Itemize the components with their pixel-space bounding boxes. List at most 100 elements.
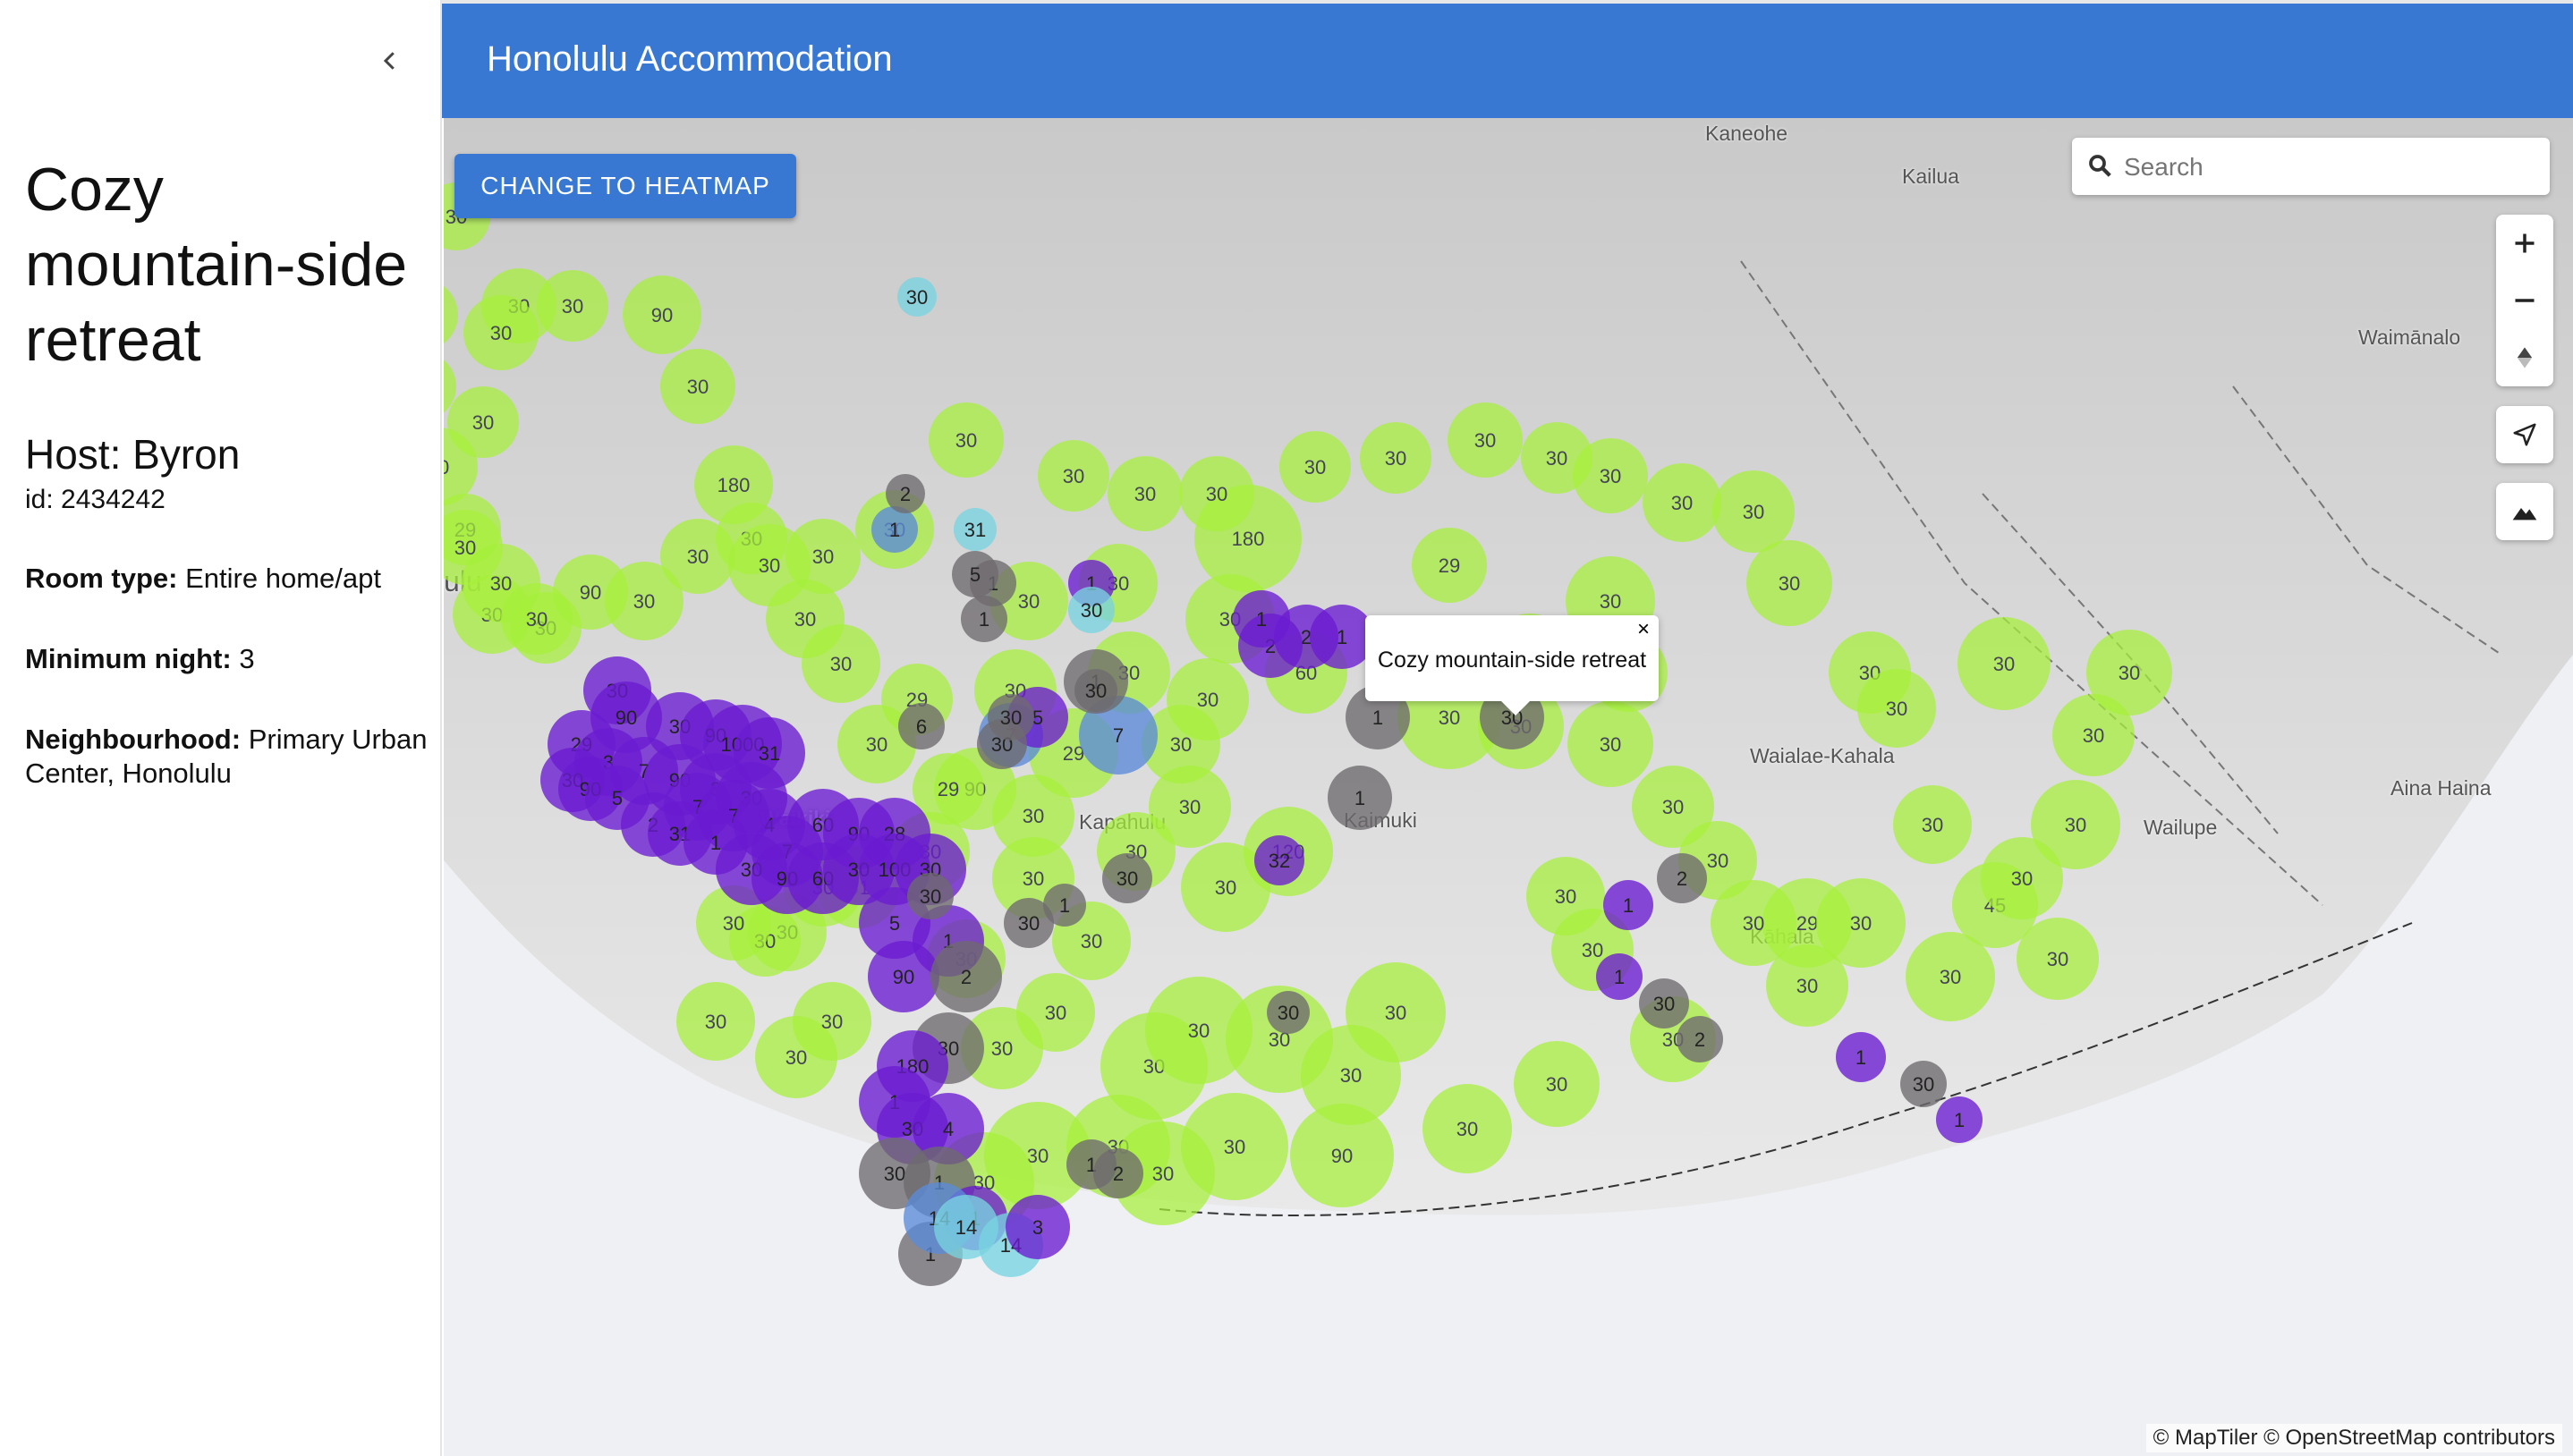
map-view[interactable]: KaneoheKailuaWaimānaloWaialae-KahalaKapa… [444,118,2573,1456]
cluster-marker[interactable]: 30 [1038,440,1109,512]
cluster-marker[interactable]: 30 [907,873,954,919]
cluster-marker[interactable]: 30 [1957,617,2051,710]
cluster-count: 30 [1474,429,1496,452]
cluster-marker[interactable]: 30 [537,270,608,342]
compass-icon [2517,347,2533,368]
cluster-marker[interactable]: 90 [1290,1104,1394,1207]
cluster-marker[interactable]: 30 [1900,1061,1947,1107]
cluster-marker[interactable]: 31 [954,508,997,551]
popup-close-button[interactable]: × [1637,617,1650,642]
compass-button[interactable] [2496,329,2553,386]
cluster-count: 30 [1922,814,1943,836]
cluster-marker[interactable]: 30 [1279,431,1351,503]
cluster-marker[interactable]: 30 [1643,463,1721,542]
collapse-sidebar-button[interactable] [369,39,412,82]
cluster-marker[interactable]: 30 [1981,837,2063,919]
cluster-marker[interactable]: 1 [1328,766,1392,830]
cluster-marker[interactable]: 1 [871,506,918,553]
cluster-marker[interactable]: 30 [1074,669,1117,712]
cluster-count: 1 [710,832,721,854]
cluster-marker[interactable]: 30 [929,402,1004,478]
cluster-marker[interactable]: 1 [1596,953,1643,1000]
cluster-circle [444,286,458,343]
cluster-marker[interactable]: 30 [988,694,1034,741]
listing-popup: × Cozy mountain-side retreat [1365,615,1659,715]
listing-id: id: 2434242 [25,485,166,514]
cluster-marker[interactable]: 1 [1936,1096,1983,1143]
cluster-marker[interactable]: 30 [463,295,539,370]
search-input[interactable] [2122,147,2537,188]
cluster-marker[interactable]: 30 [447,386,519,458]
cluster-marker[interactable]: 30 [1712,470,1795,553]
cluster-marker[interactable]: 30 [1108,456,1183,531]
cluster-marker[interactable]: 30 [1167,658,1249,741]
search-box[interactable] [2072,138,2550,195]
cluster-marker[interactable]: 30 [1567,701,1653,787]
cluster-marker[interactable]: 1 [1603,880,1653,930]
cluster-marker[interactable]: 30 [2017,918,2099,1000]
cluster-count: 30 [1000,707,1022,729]
cluster-marker[interactable]: 30 [1746,540,1832,626]
cluster-marker[interactable]: 30 [1514,1041,1600,1127]
cluster-marker[interactable]: 2 [930,941,1002,1012]
cluster-marker[interactable]: 30 [660,349,735,424]
cluster-count: 30 [1023,868,1044,890]
cluster-count: 30 [1707,850,1728,872]
cluster-count: 5 [970,563,981,586]
geolocate-button[interactable] [2496,406,2553,463]
cluster-marker[interactable]: 30 [1360,422,1431,494]
cluster-marker[interactable]: 2 [886,474,925,513]
cluster-marker[interactable]: 30 [1102,853,1152,903]
cluster-marker[interactable]: 2 [1093,1148,1143,1198]
cluster-count: 30 [884,1163,905,1185]
cluster-marker[interactable]: 180 [694,445,773,524]
cluster-count: 6 [916,715,927,738]
cluster-marker[interactable]: 30 [1448,402,1523,478]
cluster-marker[interactable]: 30 [1766,944,1848,1027]
cluster-marker[interactable]: 6 [898,703,945,749]
cluster-count: 30 [1456,1118,1478,1140]
map-attribution[interactable]: © MapTiler © OpenStreetMap contributors [2145,1424,2562,1452]
cluster-count: 30 [2047,948,2068,970]
cluster-marker[interactable]: 29 [1412,528,1487,603]
cluster-marker[interactable]: 1 [1043,884,1086,927]
cluster-marker[interactable]: 1 [1233,590,1290,648]
cluster-marker[interactable]: 1 [1836,1032,1886,1082]
room-type-value: Entire home/apt [185,563,381,594]
cluster-marker[interactable]: 30 [1179,456,1254,531]
cluster-marker[interactable]: 30 [1422,1084,1512,1173]
cluster-marker[interactable]: 30 [676,982,755,1061]
cluster-marker[interactable]: 2 [1677,1016,1723,1062]
cluster-marker[interactable]: 30 [1893,785,1972,864]
cluster-count: 30 [785,1046,807,1069]
listing-info: Cozy mountain-side retreat Host: Byron i… [25,152,428,791]
cluster-marker[interactable]: 30 [802,624,880,703]
cluster-marker[interactable]: 30 [444,279,458,351]
cluster-count: 30 [1188,1020,1210,1042]
terrain-button[interactable] [2496,483,2553,540]
terrain-icon [2512,508,2537,521]
cluster-marker[interactable]: 30 [1267,991,1310,1034]
cluster-count: 30 [705,1011,726,1033]
cluster-marker[interactable]: 30 [793,982,871,1061]
zoom-out-button[interactable] [2496,272,2553,329]
cluster-marker[interactable]: 90 [623,275,701,354]
cluster-marker[interactable]: 1 [961,596,1007,642]
cluster-marker[interactable]: 30 [1068,587,1115,633]
cluster-marker[interactable]: 32 [1254,835,1304,885]
cluster-marker[interactable]: 30 [2052,694,2135,776]
cluster-marker[interactable]: 2 [1657,853,1707,903]
room-type-label: Room type: [25,563,178,594]
cluster-marker[interactable]: 3 [1006,1195,1070,1259]
cluster-count: 30 [1546,447,1567,470]
cluster-marker[interactable]: 30 [897,277,937,317]
cluster-count: 1 [1614,966,1625,988]
cluster-marker[interactable]: 5 [952,551,998,597]
cluster-count: 90 [1331,1145,1353,1167]
cluster-marker[interactable]: 30 [1521,422,1592,494]
cluster-marker[interactable]: 30 [1639,978,1689,1029]
cluster-marker[interactable]: 30 [1857,669,1936,748]
change-to-heatmap-button[interactable]: CHANGE TO HEATMAP [454,154,796,218]
zoom-in-button[interactable] [2496,215,2553,272]
cluster-marker[interactable]: 30 [1016,973,1095,1052]
